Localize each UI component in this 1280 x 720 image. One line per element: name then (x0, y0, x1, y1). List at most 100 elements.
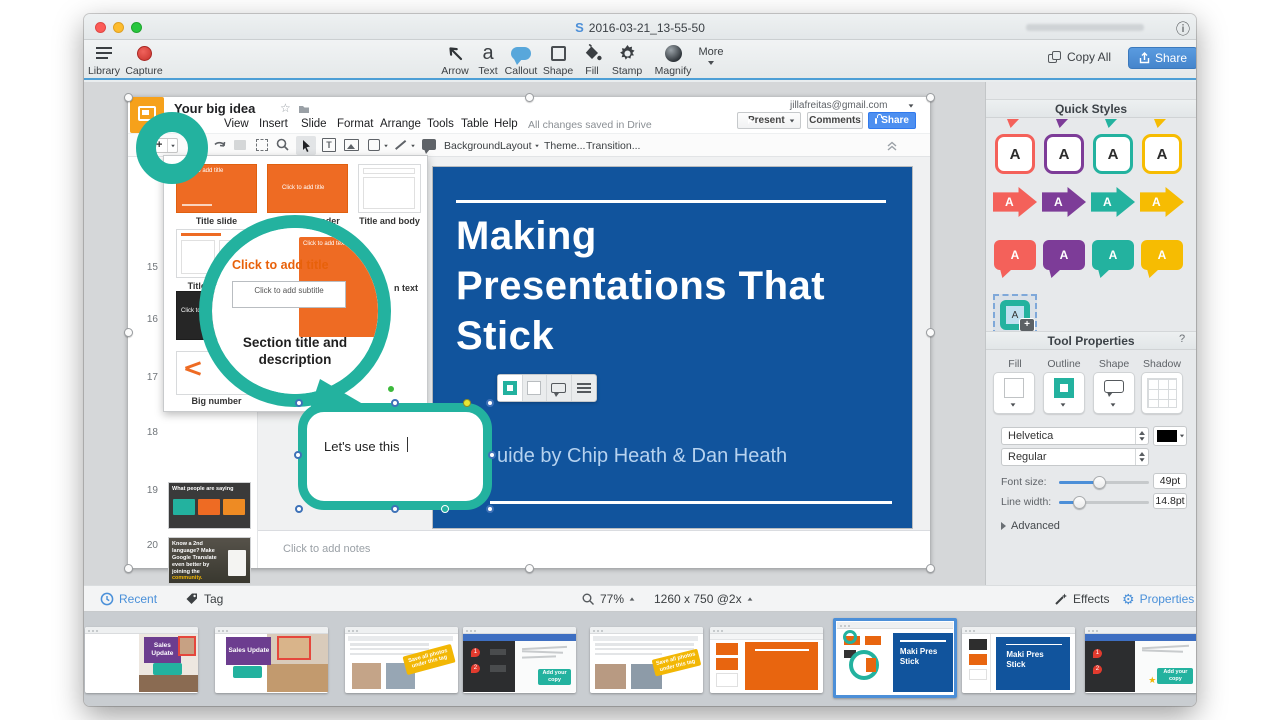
share-button[interactable]: Share (1128, 47, 1196, 69)
style-arrow-yellow[interactable]: A (1140, 187, 1184, 217)
shape-chevron-icon[interactable] (384, 145, 388, 147)
line-tool-icon[interactable] (395, 140, 406, 150)
shape-swatch[interactable] (547, 375, 572, 401)
layout-button[interactable]: Layout (500, 140, 532, 152)
shape-property[interactable] (1093, 372, 1135, 414)
account-chevron-icon[interactable] (909, 104, 914, 107)
menu-table[interactable]: Table (461, 118, 489, 130)
transition-button[interactable]: Transition... (586, 140, 640, 152)
canvas-handle[interactable] (124, 328, 133, 337)
menu-arrange[interactable]: Arrange (380, 118, 421, 130)
font-color-swatch[interactable] (1153, 426, 1187, 446)
shadow-property[interactable] (1141, 372, 1183, 414)
layout-chevron-icon[interactable] (535, 145, 539, 147)
style-bubble-red[interactable]: A (994, 240, 1036, 270)
selection-handle-teal[interactable] (441, 505, 449, 513)
style-square-yellow[interactable]: A (1142, 134, 1182, 174)
selection-handle[interactable] (486, 505, 494, 513)
more-tools-button[interactable]: More (688, 42, 734, 65)
star-icon[interactable]: ☆ (280, 101, 291, 115)
font-family-select[interactable]: Helvetica (1001, 427, 1149, 445)
canvas-handle[interactable] (525, 93, 534, 102)
zoom-control[interactable]: 77% (582, 592, 635, 606)
effects-button[interactable]: Effects (1054, 592, 1109, 606)
selection-handle-yellow[interactable] (463, 399, 471, 407)
info-icon[interactable]: ⓘ (1176, 19, 1190, 39)
comment-tool-icon[interactable] (422, 139, 436, 150)
selection-handle[interactable] (295, 505, 303, 513)
canvas-handle[interactable] (124, 564, 133, 573)
selection-handle-green[interactable] (387, 385, 395, 393)
selection-handle[interactable] (391, 505, 399, 513)
zoom-fit-icon[interactable] (256, 139, 268, 151)
speaker-notes[interactable]: Click to add notes (258, 530, 930, 568)
slide-20-thumbnail[interactable]: Know a 2nd language? Make Google Transla… (168, 537, 251, 584)
layout-title-and-body[interactable] (358, 164, 421, 213)
gslides-doc-title[interactable]: Your big idea (174, 101, 255, 116)
style-bubble-purple[interactable]: A (1043, 240, 1085, 270)
selection-handle[interactable] (486, 399, 494, 407)
callout-annotation[interactable]: Let's use this (298, 403, 492, 510)
gslides-share-button[interactable]: Share (868, 112, 916, 129)
selection-handle[interactable] (294, 451, 302, 459)
slide-subtitle[interactable]: uide by Chip Heath & Dan Heath (497, 445, 787, 468)
capture-thumbnail-4[interactable]: 1 2 Add your copy (463, 627, 576, 693)
tag-button[interactable]: Tag (185, 592, 223, 606)
text-lines-icon[interactable] (572, 375, 597, 401)
custom-style-selected[interactable]: A + (993, 294, 1037, 336)
style-arrow-purple[interactable]: A (1042, 187, 1086, 217)
capture-thumbnail-current[interactable]: Maki Pres Stick (833, 618, 957, 698)
canvas-handle[interactable] (124, 93, 133, 102)
canvas-size-control[interactable]: 1260 x 750 @2x (654, 592, 753, 606)
current-slide[interactable]: Making Presentations That Stick uide by … (432, 166, 913, 529)
account-email[interactable]: jillafreitas@gmail.com (790, 100, 887, 111)
zoom-icon[interactable] (276, 138, 290, 152)
select-tool-active[interactable] (296, 136, 316, 155)
canvas-handle[interactable] (926, 564, 935, 573)
paint-format-icon[interactable] (234, 140, 246, 150)
canvas-handle[interactable] (525, 564, 534, 573)
close-window-button[interactable] (95, 22, 106, 33)
outline-property[interactable] (1043, 372, 1085, 414)
capture-thumbnail-6[interactable] (710, 627, 823, 693)
line-width-value[interactable]: 14.8pt (1153, 493, 1187, 509)
outline-swatch[interactable] (498, 375, 523, 401)
help-button[interactable]: ? (1179, 333, 1185, 345)
menu-tools[interactable]: Tools (427, 118, 454, 130)
style-bubble-teal[interactable]: A (1092, 240, 1134, 270)
style-square-red[interactable]: A (995, 134, 1035, 174)
style-arrow-red[interactable]: A (993, 187, 1037, 217)
shape-tool-icon[interactable] (368, 139, 380, 151)
layout-section-header[interactable]: Click to add title (267, 164, 348, 213)
style-square-purple[interactable]: A (1044, 134, 1084, 174)
present-button[interactable]: Present (737, 112, 801, 129)
maximize-window-button[interactable] (131, 22, 142, 33)
canvas-handle[interactable] (926, 328, 935, 337)
menu-insert[interactable]: Insert (259, 118, 288, 130)
captured-image[interactable]: Your big idea ☆ File View Insert Slide F… (128, 97, 930, 568)
redo-icon[interactable] (212, 138, 227, 151)
menu-slide[interactable]: Slide (301, 118, 327, 130)
menu-format[interactable]: Format (337, 118, 373, 130)
collapse-toolbar-icon[interactable] (886, 140, 898, 152)
folder-icon[interactable] (298, 104, 310, 114)
comments-button[interactable]: Comments (807, 112, 863, 129)
ring-annotation-small[interactable] (136, 112, 208, 184)
font-style-select[interactable]: Regular (1001, 448, 1149, 466)
style-arrow-teal[interactable]: A (1091, 187, 1135, 217)
line-width-knob[interactable] (1073, 496, 1086, 509)
properties-button[interactable]: ⚙ Properties (1122, 592, 1194, 606)
stepper-icon[interactable] (1135, 449, 1148, 465)
font-size-value[interactable]: 49pt (1153, 473, 1187, 489)
add-style-badge[interactable]: + (1019, 318, 1035, 332)
recent-button[interactable]: Recent (100, 592, 157, 606)
selection-handle[interactable] (295, 399, 303, 407)
line-chevron-icon[interactable] (411, 145, 415, 147)
selection-handle[interactable] (391, 399, 399, 407)
minimize-window-button[interactable] (113, 22, 124, 33)
capture-thumbnail-1[interactable]: Sales Update (85, 627, 198, 693)
copy-all-button[interactable]: Copy All (1048, 50, 1111, 64)
capture-button[interactable]: Capture (121, 42, 167, 77)
font-size-knob[interactable] (1093, 476, 1106, 489)
slide-title[interactable]: Making Presentations That Stick (456, 211, 908, 361)
